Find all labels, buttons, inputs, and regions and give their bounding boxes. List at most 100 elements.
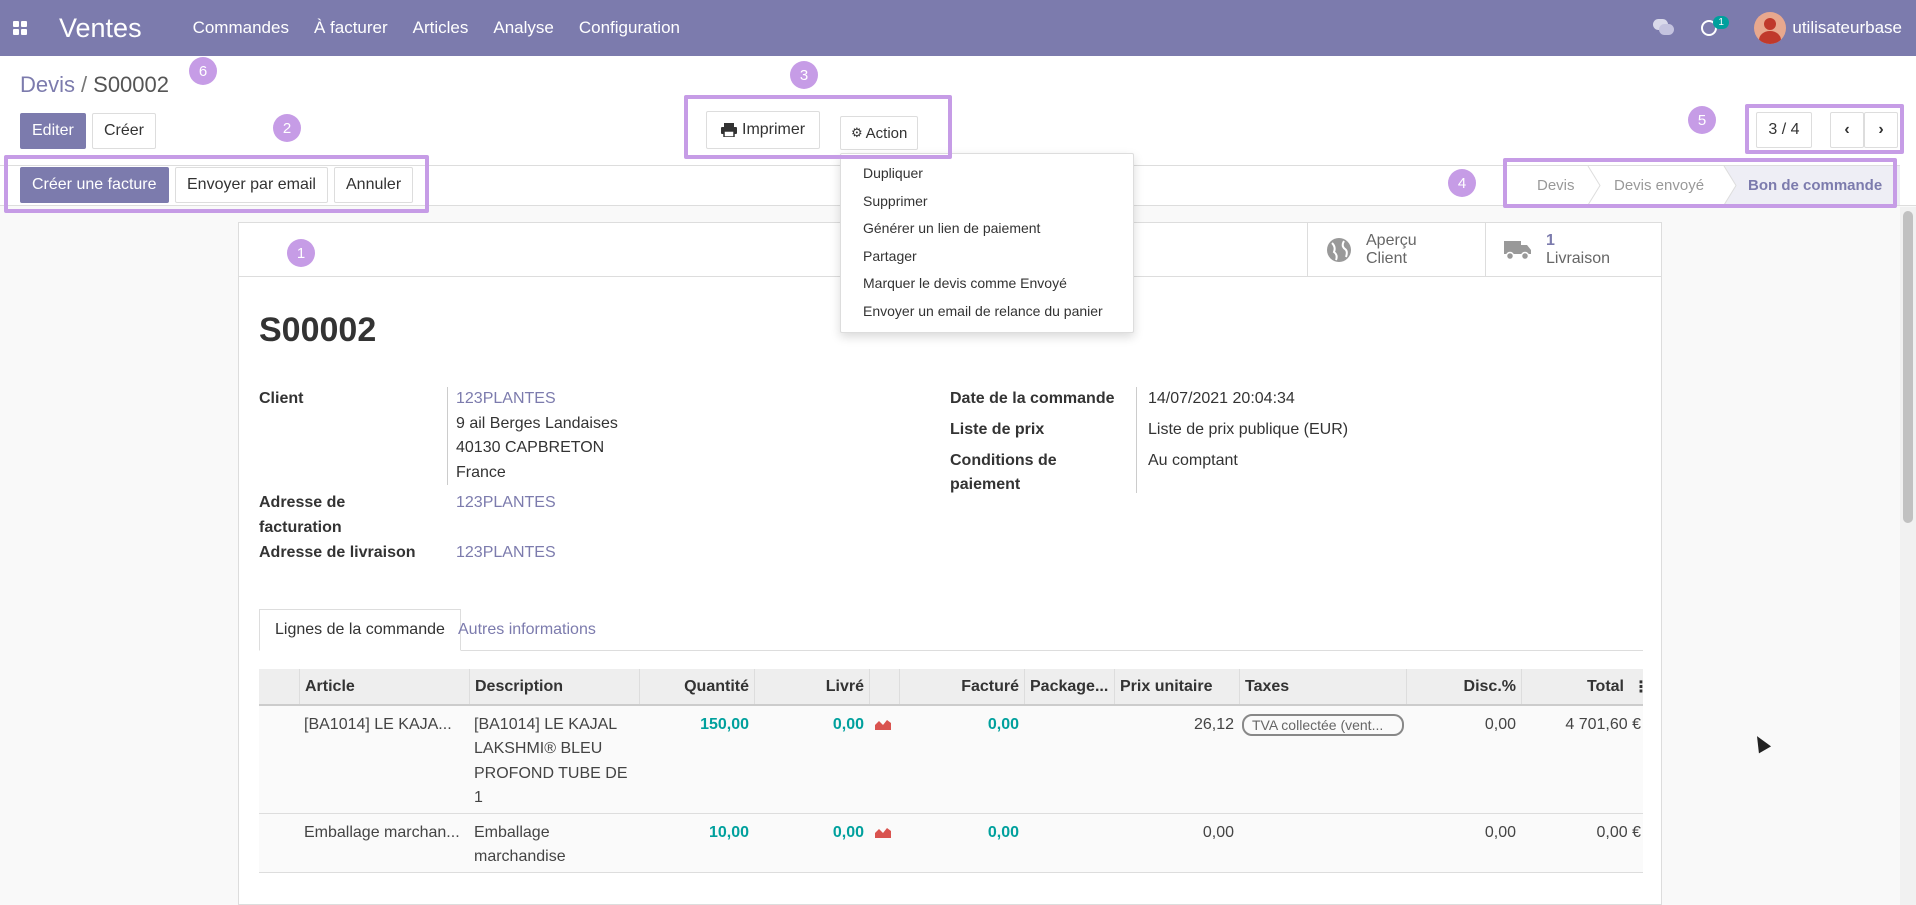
row2-description-2: marchandise <box>474 848 566 865</box>
row2-total: 0,00 € <box>1596 824 1641 841</box>
truck-icon <box>1504 241 1531 261</box>
globe-icon <box>1327 238 1351 262</box>
payment-terms-value[interactable]: Au comptant <box>1148 449 1238 473</box>
invoice-address-label-1: Adresse de <box>259 494 346 511</box>
invoice-address-label-2: facturation <box>259 519 342 536</box>
col-total[interactable]: Total <box>1521 669 1629 704</box>
menu-item-mark-sent[interactable]: Marquer le devis comme Envoyé <box>863 275 1067 291</box>
username[interactable]: utilisateurbase <box>1792 18 1902 38</box>
field-separator-right <box>1136 387 1137 493</box>
chat-icon[interactable] <box>1653 19 1675 37</box>
client-address-line2: 40130 CAPBRETON <box>456 439 605 456</box>
forecast-chart-icon[interactable] <box>875 718 891 730</box>
order-date-label: Date de la commande <box>950 390 1115 407</box>
marker-badge-1: 1 <box>287 239 315 267</box>
row1-quantity: 150,00 <box>700 716 749 733</box>
row1-delivered: 0,00 <box>832 716 864 733</box>
menu-item-duplicate[interactable]: Dupliquer <box>863 165 923 181</box>
app-name[interactable]: Ventes <box>59 13 142 44</box>
row1-tax-tag: TVA collectée (vent... <box>1242 714 1404 736</box>
menu-item-payment-link[interactable]: Générer un lien de paiement <box>863 220 1040 236</box>
activity-badge: 1 <box>1713 16 1729 29</box>
customer-preview-button[interactable]: Aperçu Client <box>1307 223 1485 277</box>
row2-delivered: 0,00 <box>832 824 864 841</box>
notebook-tabs: Lignes de la commande Autres information… <box>259 609 1643 651</box>
menu-articles[interactable]: Articles <box>413 18 469 38</box>
row2-discount: 0,00 <box>1484 824 1516 841</box>
menu-commandes[interactable]: Commandes <box>193 18 289 38</box>
pricelist-value[interactable]: Liste de prix publique (EUR) <box>1148 418 1348 442</box>
row2-unit-price: 0,00 <box>1202 824 1234 841</box>
marker-badge-6: 6 <box>189 57 217 85</box>
row2-invoiced: 0,00 <box>987 824 1019 841</box>
col-taxes[interactable]: Taxes <box>1239 669 1406 704</box>
menu-configuration[interactable]: Configuration <box>579 18 680 38</box>
row1-invoiced: 0,00 <box>987 716 1019 733</box>
row1-article: [BA1014] LE KAJA... <box>304 716 452 733</box>
table-row[interactable]: [BA1014] LE KAJA... [BA1014] LE KAJAL LA… <box>259 706 1643 814</box>
menu-item-cart-reminder[interactable]: Envoyer un email de relance du panier <box>863 303 1103 319</box>
col-invoiced[interactable]: Facturé <box>899 669 1024 704</box>
client-label: Client <box>259 390 304 407</box>
client-address-line3: France <box>456 464 506 481</box>
menu-item-delete[interactable]: Supprimer <box>863 193 928 209</box>
breadcrumb-parent[interactable]: Devis <box>20 72 75 97</box>
breadcrumb: Devis / S00002 <box>20 72 169 98</box>
apps-menu-icon[interactable] <box>0 0 40 56</box>
create-button[interactable]: Créer <box>92 113 157 149</box>
col-package[interactable]: Package... <box>1024 669 1114 704</box>
preview-line1: Aperçu <box>1366 232 1417 249</box>
col-article[interactable]: Article <box>299 669 469 704</box>
col-delivered[interactable]: Livré <box>754 669 869 704</box>
delivery-button[interactable]: 1 Livraison <box>1485 223 1661 277</box>
menu-a-facturer[interactable]: À facturer <box>314 18 388 38</box>
row1-description-2: LAKSHMI® BLEU <box>474 740 603 757</box>
col-description[interactable]: Description <box>469 669 639 704</box>
menu-item-share[interactable]: Partager <box>863 248 917 264</box>
highlight-box-print-action <box>684 95 952 159</box>
column-options-icon[interactable]: ⋮ <box>1629 669 1649 704</box>
client-link[interactable]: 123PLANTES <box>456 387 556 411</box>
page-scrollbar[interactable] <box>1900 207 1916 905</box>
scrollbar-thumb[interactable] <box>1903 211 1913 523</box>
row1-total: 4 701,60 € <box>1565 716 1641 733</box>
action-dropdown-menu: Dupliquer Supprimer Générer un lien de p… <box>840 153 1134 333</box>
row1-description-1: [BA1014] LE KAJAL <box>474 716 618 733</box>
preview-line2: Client <box>1366 250 1407 267</box>
table-row[interactable]: Emballage marchan... Emballage marchandi… <box>259 814 1643 873</box>
avatar[interactable] <box>1754 12 1787 44</box>
tab-order-lines[interactable]: Lignes de la commande <box>259 609 461 651</box>
forecast-chart-icon[interactable] <box>875 826 891 838</box>
row2-article: Emballage marchan... <box>304 824 460 841</box>
delivery-address-link[interactable]: 123PLANTES <box>456 541 556 565</box>
field-separator <box>447 387 448 485</box>
delivery-count: 1 <box>1546 232 1555 249</box>
marker-badge-4: 4 <box>1448 169 1476 197</box>
row2-description-1: Emballage <box>474 824 550 841</box>
record-title: S00002 <box>259 311 377 349</box>
breadcrumb-separator: / <box>81 72 88 97</box>
order-date-value[interactable]: 14/07/2021 20:04:34 <box>1148 387 1295 411</box>
activity-clock-icon[interactable]: 1 <box>1701 16 1729 38</box>
payment-terms-label-2: paiement <box>950 476 1021 493</box>
highlight-box-status <box>1503 158 1897 208</box>
col-discount[interactable]: Disc.% <box>1406 669 1521 704</box>
payment-terms-label-1: Conditions de <box>950 452 1057 469</box>
table-header: Article Description Quantité Livré Factu… <box>259 669 1649 706</box>
tab-other-info[interactable]: Autres informations <box>443 609 611 651</box>
breadcrumb-current: S00002 <box>93 72 169 97</box>
edit-button[interactable]: Editer <box>20 113 86 149</box>
col-unit-price[interactable]: Prix unitaire <box>1114 669 1239 704</box>
row1-description-4: 1 <box>474 789 483 806</box>
row1-unit-price: 26,12 <box>1193 716 1234 733</box>
invoice-address-link[interactable]: 123PLANTES <box>456 491 556 515</box>
marker-badge-2: 2 <box>273 114 301 142</box>
highlight-box-2-area <box>4 155 429 213</box>
col-forecast <box>869 669 899 704</box>
pricelist-label: Liste de prix <box>950 421 1045 438</box>
menu-analyse[interactable]: Analyse <box>493 18 553 38</box>
col-quantity[interactable]: Quantité <box>639 669 754 704</box>
marker-badge-5: 5 <box>1688 106 1716 134</box>
marker-badge-3: 3 <box>790 61 818 89</box>
highlight-box-pager <box>1745 104 1904 154</box>
